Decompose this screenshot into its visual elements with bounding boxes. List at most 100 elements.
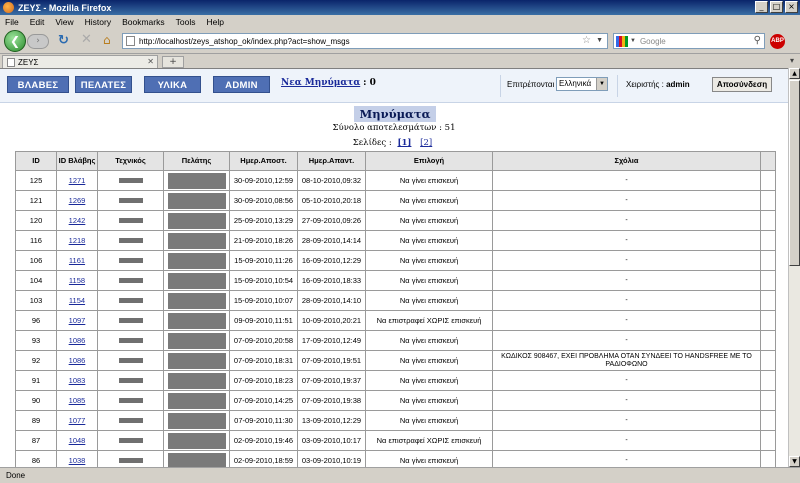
page-icon bbox=[126, 36, 135, 46]
cell-technician bbox=[97, 390, 164, 411]
column-header-reply-date[interactable]: Ημερ.Απαντ. bbox=[297, 151, 366, 171]
cell-fault-id: 1158 bbox=[56, 270, 98, 291]
redacted-block bbox=[118, 278, 143, 284]
back-button[interactable]: ❮ bbox=[4, 30, 26, 52]
address-dropdown-icon[interactable]: ▼ bbox=[596, 34, 603, 48]
table-row: 92 1086 07-09-2010,18:31 07-09-2010,19:51 Να… bbox=[15, 350, 776, 371]
column-header-id[interactable]: ID bbox=[15, 151, 57, 171]
menu-tools[interactable]: Tools bbox=[176, 17, 196, 27]
scroll-up-icon[interactable]: ▲ bbox=[789, 68, 800, 79]
forward-button[interactable]: › bbox=[27, 34, 49, 49]
column-header-technician[interactable]: Τεχνικός bbox=[97, 151, 164, 171]
column-header-sent-date[interactable]: Ημερ.Αποστ. bbox=[229, 151, 298, 171]
redacted-block bbox=[167, 212, 226, 229]
fault-link[interactable]: 1218 bbox=[69, 236, 86, 245]
cell-choice: Να γίνει επισκευή bbox=[365, 330, 493, 351]
cell-id: 106 bbox=[15, 250, 57, 271]
cell-technician bbox=[97, 410, 164, 431]
pages-label: Σελίδες : bbox=[352, 138, 392, 148]
cell-technician bbox=[97, 370, 164, 391]
address-bar[interactable]: http://localhost/zeys_atshop_ok/index.ph… bbox=[122, 33, 608, 49]
fault-link[interactable]: 1086 bbox=[69, 356, 86, 365]
nav-faults-button[interactable]: ΒΛΑΒΕΣ bbox=[7, 76, 69, 93]
cell-sent-date: 30-09-2010,08:56 bbox=[229, 190, 298, 211]
cell-reply-date: 08-10-2010,09:32 bbox=[297, 170, 366, 191]
redacted-block bbox=[167, 432, 226, 449]
new-tab-button[interactable]: + bbox=[162, 56, 184, 68]
google-icon[interactable] bbox=[616, 35, 628, 47]
fault-link[interactable]: 1048 bbox=[69, 436, 86, 445]
menu-file[interactable]: File bbox=[5, 17, 19, 27]
menu-help[interactable]: Help bbox=[206, 17, 223, 27]
chevron-down-icon[interactable]: ▼ bbox=[596, 78, 607, 90]
column-header-choice[interactable]: Επιλογή bbox=[365, 151, 493, 171]
page-link-2[interactable]: [2] bbox=[420, 138, 432, 148]
page-link-1[interactable]: [1] bbox=[397, 138, 411, 148]
fault-link[interactable]: 1161 bbox=[69, 256, 85, 265]
fault-link[interactable]: 1083 bbox=[69, 376, 86, 385]
cell-id: 125 bbox=[15, 170, 57, 191]
vertical-scrollbar[interactable]: ▲ ▼ bbox=[788, 68, 800, 467]
table-row: 120 1242 25-09-2010,13:29 27-09-2010,09:26 Ν… bbox=[15, 210, 776, 231]
nav-admin-button[interactable]: ADMIN bbox=[213, 76, 270, 93]
cell-client bbox=[163, 290, 230, 311]
scroll-down-icon[interactable]: ▼ bbox=[789, 456, 800, 467]
cell-sent-date: 07-09-2010,18:31 bbox=[229, 350, 298, 371]
redacted-block bbox=[167, 172, 226, 189]
search-engine-dropdown-icon[interactable]: ▼ bbox=[630, 38, 636, 44]
cell-fault-id: 1086 bbox=[56, 330, 98, 351]
fault-link[interactable]: 1097 bbox=[69, 316, 86, 325]
maximize-button[interactable]: □ bbox=[770, 1, 783, 13]
menu-bookmarks[interactable]: Bookmarks bbox=[122, 17, 165, 27]
nav-clients-button[interactable]: ΠΕΛΑΤΕΣ bbox=[75, 76, 132, 93]
fault-link[interactable]: 1269 bbox=[69, 196, 86, 205]
fault-link[interactable]: 1158 bbox=[69, 276, 85, 285]
fault-link[interactable]: 1086 bbox=[69, 336, 86, 345]
tab-zeys[interactable]: ΖΕΥΣ ✕ bbox=[2, 55, 158, 69]
cell-sent-date: 21-09-2010,18:26 bbox=[229, 230, 298, 251]
fault-link[interactable]: 1077 bbox=[69, 416, 86, 425]
language-select[interactable]: Ελληνικά ▼ bbox=[556, 77, 608, 91]
new-messages-link[interactable]: Νεα Μηνύματα bbox=[281, 78, 360, 88]
column-header-comments[interactable]: Σχόλια bbox=[492, 151, 761, 171]
tab-list-icon[interactable]: ▾ bbox=[790, 56, 794, 65]
address-text[interactable]: http://localhost/zeys_atshop_ok/index.ph… bbox=[139, 37, 350, 46]
search-bar[interactable]: ▼ Google ⚲ bbox=[613, 33, 765, 49]
search-icon[interactable]: ⚲ bbox=[754, 34, 761, 48]
column-header-client[interactable]: Πελάτης bbox=[163, 151, 230, 171]
cell-reply-date: 17-09-2010,12:49 bbox=[297, 330, 366, 351]
fault-link[interactable]: 1085 bbox=[69, 396, 86, 405]
adblock-icon[interactable]: ABP bbox=[770, 34, 785, 49]
app-header: ΒΛΑΒΕΣ ΠΕΛΑΤΕΣ ΥΛΙΚΑ ADMIN Νεα Μηνύματα … bbox=[0, 69, 788, 103]
menu-history[interactable]: History bbox=[85, 17, 111, 27]
cell-id: 96 bbox=[15, 310, 57, 331]
bookmark-star-icon[interactable]: ☆ bbox=[582, 34, 591, 48]
cell-fault-id: 1271 bbox=[56, 170, 98, 191]
cell-sent-date: 15-09-2010,11:26 bbox=[229, 250, 298, 271]
stop-icon[interactable]: ✕ bbox=[81, 33, 92, 47]
reload-icon[interactable]: ↻ bbox=[58, 34, 69, 47]
minimize-button[interactable]: _ bbox=[755, 1, 768, 13]
scrollbar-thumb[interactable] bbox=[789, 80, 800, 266]
nav-materials-button[interactable]: ΥΛΙΚΑ bbox=[144, 76, 201, 93]
menu-view[interactable]: View bbox=[55, 17, 73, 27]
cell-choice: Να γίνει επισκευή bbox=[365, 290, 493, 311]
cell-id: 90 bbox=[15, 390, 57, 411]
search-input[interactable]: Google bbox=[640, 37, 666, 46]
fault-link[interactable]: 1154 bbox=[69, 296, 85, 305]
home-icon[interactable]: ⌂ bbox=[103, 33, 111, 47]
fault-link[interactable]: 1038 bbox=[69, 456, 86, 465]
cell-technician bbox=[97, 290, 164, 311]
cell-choice: Να γίνει επισκευή bbox=[365, 270, 493, 291]
column-header-fault-id[interactable]: ID Βλάβης bbox=[56, 151, 98, 171]
redacted-block bbox=[118, 458, 143, 464]
menu-edit[interactable]: Edit bbox=[30, 17, 45, 27]
logout-button[interactable]: Αποσύνδεση bbox=[712, 77, 772, 92]
fault-link[interactable]: 1242 bbox=[69, 216, 86, 225]
redacted-block bbox=[118, 418, 143, 424]
cell-client bbox=[163, 210, 230, 231]
tab-close-icon[interactable]: ✕ bbox=[147, 57, 154, 66]
close-button[interactable]: × bbox=[785, 1, 798, 13]
table-row: 106 1161 15-09-2010,11:26 16-09-2010,12:29 Ν… bbox=[15, 250, 776, 271]
fault-link[interactable]: 1271 bbox=[69, 176, 86, 185]
